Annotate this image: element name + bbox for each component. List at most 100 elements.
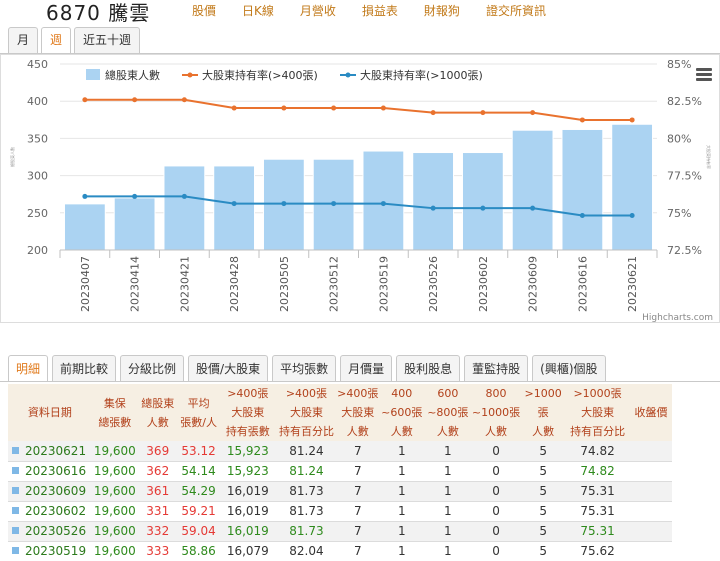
nav-link-price[interactable]: 股價 <box>192 2 216 19</box>
nav-link-monthly-revenue[interactable]: 月營收 <box>300 2 336 19</box>
detail-tabs: 明細 前期比較 分級比例 股價/大股東 平均張數 月價量 股利股息 董監持股 (… <box>8 355 610 382</box>
table-row[interactable]: 20230609 19,600 361 54.29 16,019 81.73 7 1 1 0 5 75… <box>8 481 672 502</box>
nav-link-twse-info[interactable]: 證交所資訊 <box>486 2 546 19</box>
table-cell-p400: 81.24 <box>276 461 337 482</box>
table-header-cell: >400張 大股東 持有張數 <box>219 384 277 441</box>
nav-link-statementdog[interactable]: 財報狗 <box>424 2 460 19</box>
table-cell-holders: 369 <box>137 441 178 462</box>
tab-details[interactable]: 明細 <box>8 355 49 382</box>
tab-dividends[interactable]: 股利股息 <box>396 355 461 382</box>
table-cell-r600-800: 1 <box>424 501 471 522</box>
table-cell-r800-1000: 0 <box>470 521 522 542</box>
table-cell-n400: 7 <box>336 541 379 561</box>
x-tick-label: 20230616 <box>576 256 589 312</box>
bar <box>163 165 206 251</box>
table-cell-n400: 7 <box>336 501 379 522</box>
table-header-row: 資料日期 集保 總張數 總股東 人數 平均 張數/人 >400張 大股東 持有張數 >400張 大股東… <box>8 384 672 441</box>
line-point <box>281 105 287 111</box>
bar <box>412 152 455 251</box>
tab-monthly-price-volume[interactable]: 月價量 <box>340 355 393 382</box>
y-tick-label: 400 <box>27 95 48 108</box>
table-header-cell: >1000張 人數 <box>521 384 566 441</box>
table-row[interactable]: 20230602 19,600 331 59.21 16,019 81.73 7 1 1 0 5 75… <box>8 501 672 522</box>
bar <box>461 152 504 251</box>
tab-price-major-holders[interactable]: 股價/大股東 <box>188 355 269 382</box>
table-cell-p1000: 75.31 <box>565 481 631 502</box>
row-marker-icon <box>12 507 19 514</box>
table-cell-holders: 361 <box>137 481 178 502</box>
x-tick-label: 20230407 <box>79 256 92 312</box>
line-point <box>231 201 237 207</box>
table-cell-n400: 7 <box>336 481 379 502</box>
nav-link-daily-k[interactable]: 日K線 <box>242 2 274 19</box>
line-point <box>480 205 486 211</box>
table-header-cell: 600 ~800張 人數 <box>424 384 471 441</box>
row-marker-icon <box>12 527 19 534</box>
table-cell-n1000: 5 <box>521 521 566 542</box>
table-cell-avg: 59.04 <box>177 521 220 542</box>
table-cell-n1000: 5 <box>521 501 566 522</box>
tab-director-holdings[interactable]: 董監持股 <box>464 355 529 382</box>
table-cell-total: 19,600 <box>91 521 138 542</box>
line-point <box>579 117 585 123</box>
table-cell-r600-800: 1 <box>424 541 471 561</box>
line-point <box>181 97 187 103</box>
line-point <box>380 105 386 111</box>
table-row[interactable]: 20230621 19,600 369 53.12 15,923 81.24 7 1 1 0 5 74… <box>8 441 672 462</box>
y2-tick-label: 82.5% <box>667 95 702 108</box>
table-cell-avg: 53.12 <box>177 441 220 462</box>
table-cell-close <box>630 501 672 522</box>
line-point <box>331 105 337 111</box>
x-tick-label: 20230421 <box>178 256 191 312</box>
table-cell-r400-600: 1 <box>378 441 425 462</box>
tab-emerging-stock[interactable]: (興櫃)個股 <box>532 355 606 382</box>
table-cell-n1000: 5 <box>521 441 566 462</box>
table-cell-total: 19,600 <box>91 441 138 462</box>
tab-level-ratio[interactable]: 分級比例 <box>120 355 185 382</box>
tab-average-lots[interactable]: 平均張數 <box>272 355 337 382</box>
table-cell-date: 20230621 <box>8 441 92 462</box>
y2-tick-label: 77.5% <box>667 170 702 183</box>
y2-tick-label: 80% <box>667 132 691 145</box>
y-tick-label: 350 <box>27 132 48 145</box>
x-tick-label: 20230621 <box>626 256 639 312</box>
row-date: 20230519 <box>25 544 87 558</box>
y-tick-label: 250 <box>27 207 48 220</box>
bar <box>611 123 654 251</box>
table-row[interactable]: 20230519 19,600 333 58.86 16,079 82.04 7 1 1 0 5 75… <box>8 541 672 561</box>
table-header-cell: 800 ~1000張 人數 <box>470 384 522 441</box>
table-cell-p400: 81.73 <box>276 501 337 522</box>
table-row[interactable]: 20230526 19,600 332 59.04 16,019 81.73 7 1 1 0 5 75… <box>8 521 672 542</box>
y2-tick-label: 75% <box>667 207 691 220</box>
table-cell-r600-800: 1 <box>424 521 471 542</box>
table-header-cell: 資料日期 <box>8 384 92 441</box>
tab-week[interactable]: 週 <box>41 27 72 53</box>
shareholder-chart: 200 250 300 350 400 450 72.5% 75% 77.5% 80% 82.5% 8… <box>0 54 720 324</box>
table-header-cell: 400 ~600張 人數 <box>378 384 425 441</box>
y2-axis-title: 大股東持有率 <box>706 145 712 169</box>
table-cell-r400-600: 1 <box>378 541 425 561</box>
legend-line-marker <box>187 72 193 78</box>
table-row[interactable]: 20230616 19,600 362 54.14 15,923 81.24 7 1 1 0 5 74… <box>8 461 672 482</box>
y-tick-label: 200 <box>27 244 48 257</box>
nav-link-income-statement[interactable]: 損益表 <box>362 2 398 19</box>
line-point <box>579 212 585 218</box>
table-cell-p400: 81.24 <box>276 441 337 462</box>
tab-previous-compare[interactable]: 前期比較 <box>52 355 117 382</box>
table-cell-avg: 54.14 <box>177 461 220 482</box>
line-point <box>530 110 536 116</box>
bar <box>113 197 156 251</box>
table-cell-r800-1000: 0 <box>470 441 522 462</box>
line-point <box>331 201 337 207</box>
table-cell-holders: 333 <box>137 541 178 561</box>
table-cell-h400: 16,019 <box>219 521 277 542</box>
chart-menu-icon[interactable] <box>696 68 712 82</box>
tab-month[interactable]: 月 <box>8 27 39 53</box>
row-date: 20230616 <box>25 464 87 478</box>
line-point <box>380 201 386 207</box>
tab-last-50-weeks[interactable]: 近五十週 <box>74 27 141 53</box>
table-header-cell: 平均 張數/人 <box>177 384 220 441</box>
line-point <box>181 193 187 199</box>
legend-label: 大股東持有率(>400張) <box>202 68 318 82</box>
chart-svg: 200 250 300 350 400 450 72.5% 75% 77.5% 80% 82.5% 8… <box>0 54 720 323</box>
